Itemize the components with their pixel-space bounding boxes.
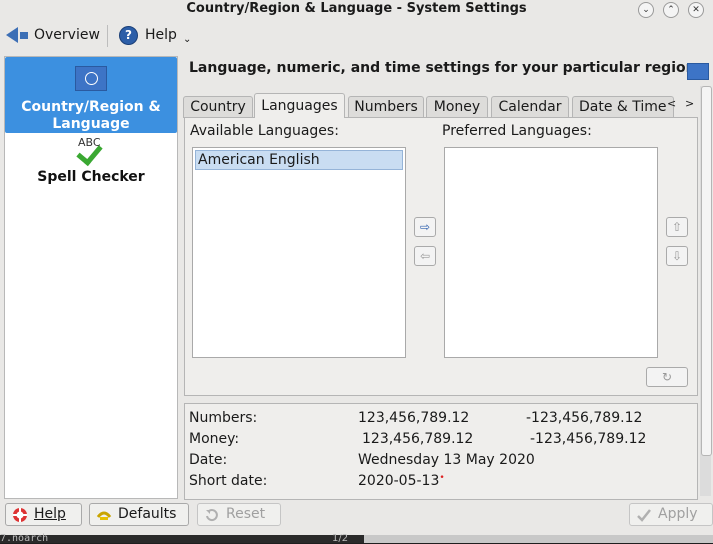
back-arrow-tail: [20, 31, 28, 39]
title-bar: Country/Region & Language - System Setti…: [0, 0, 713, 19]
system-settings-window: Country/Region & Language - System Setti…: [0, 0, 713, 535]
numbers-negative-value: -123,456,789.12: [526, 410, 643, 426]
apply-languages-button[interactable]: ↻: [646, 367, 688, 387]
available-languages-list[interactable]: American English: [192, 147, 406, 358]
tab-bar: Country Languages Numbers Money Calendar…: [183, 93, 698, 118]
maximize-button[interactable]: ⌃: [663, 2, 679, 18]
sidebar-item-label: Spell Checker: [37, 169, 145, 185]
overview-button[interactable]: Overview: [6, 24, 100, 46]
chevron-down-icon[interactable]: ⌄: [183, 34, 191, 45]
tab-scroll-right-icon[interactable]: >: [685, 97, 694, 110]
close-button[interactable]: ✕: [688, 2, 704, 18]
page-title: Language, numeric, and time settings for…: [189, 60, 696, 76]
reset-button[interactable]: Reset: [197, 503, 281, 526]
un-flag-icon: [687, 63, 709, 80]
date-example-label: Date:: [189, 452, 228, 468]
scrollbar-thumb[interactable]: [701, 86, 712, 456]
short-date-text: 2020-05-13: [358, 473, 440, 489]
apply-button[interactable]: Apply: [629, 503, 713, 526]
vertical-scrollbar[interactable]: [700, 86, 712, 496]
un-flag-icon: [75, 66, 107, 91]
help-button-label: Help: [34, 506, 66, 522]
taskbar-page-indicator: 1/2: [332, 533, 349, 544]
toolbar-separator: [107, 25, 108, 47]
help-icon: ?: [119, 25, 138, 45]
money-negative-value: -123,456,789.12: [530, 431, 647, 447]
sidebar-item-label: Country/Region & Language: [21, 99, 161, 132]
reset-icon: [206, 508, 218, 521]
module-sidebar: Country/Region & Language ABC Spell Chec…: [4, 56, 178, 499]
short-date-marker: •: [439, 473, 445, 483]
help-button[interactable]: ? Help: [119, 24, 177, 46]
help-lifebuoy-icon: [13, 507, 27, 522]
date-example-value: Wednesday 13 May 2020: [358, 452, 535, 468]
overview-label: Overview: [34, 27, 100, 43]
money-example-label: Money:: [189, 431, 240, 447]
numbers-positive-value: 123,456,789.12: [358, 410, 470, 426]
apply-button-label: Apply: [658, 506, 698, 522]
preferred-languages-label: Preferred Languages:: [442, 123, 592, 139]
available-languages-label: Available Languages:: [190, 123, 339, 139]
examples-area: Numbers: 123,456,789.12 -123,456,789.12 …: [184, 403, 698, 500]
short-date-example-value: 2020-05-13•: [358, 473, 445, 489]
tab-country[interactable]: Country: [183, 96, 253, 118]
sidebar-item-country-region-language[interactable]: Country/Region & Language: [5, 57, 177, 133]
taskbar: 7.noarch 1/2: [0, 533, 713, 544]
move-right-button[interactable]: ⇨: [414, 217, 436, 237]
tab-date-time[interactable]: Date & Time: [572, 96, 674, 118]
short-date-example-label: Short date:: [189, 473, 268, 489]
move-up-button[interactable]: ⇧: [666, 217, 688, 237]
preferred-languages-list[interactable]: [444, 147, 658, 358]
spell-check-icon: ABC: [74, 136, 108, 167]
window-title: Country/Region & Language - System Setti…: [186, 1, 527, 16]
defaults-button[interactable]: Defaults: [89, 503, 189, 526]
languages-tab-panel: Available Languages: Preferred Languages…: [184, 117, 698, 396]
list-item[interactable]: American English: [195, 150, 403, 170]
tab-scroll-left-icon[interactable]: <: [667, 97, 676, 110]
tab-numbers[interactable]: Numbers: [348, 96, 424, 118]
move-left-button[interactable]: ⇦: [414, 246, 436, 266]
reset-button-label: Reset: [226, 506, 266, 522]
money-positive-value: 123,456,789.12: [362, 431, 474, 447]
taskbar-left-text: 7.noarch: [0, 533, 49, 544]
tab-money[interactable]: Money: [426, 96, 488, 118]
taskbar-panel: [364, 535, 713, 543]
toolbar: Overview ? Help ⌄: [0, 19, 713, 52]
tab-languages[interactable]: Languages: [254, 93, 345, 118]
sidebar-item-spell-checker[interactable]: ABC Spell Checker: [5, 135, 177, 195]
defaults-icon: [96, 511, 112, 520]
help-label: Help: [145, 27, 177, 43]
minimize-button[interactable]: ⌄: [638, 2, 654, 18]
defaults-button-label: Defaults: [118, 506, 177, 522]
help-button-bottom[interactable]: Help: [5, 503, 82, 526]
numbers-example-label: Numbers:: [189, 410, 258, 426]
apply-check-icon: [637, 508, 651, 522]
back-arrow-icon: [6, 27, 18, 43]
tab-calendar[interactable]: Calendar: [491, 96, 569, 118]
move-down-button[interactable]: ⇩: [666, 246, 688, 266]
